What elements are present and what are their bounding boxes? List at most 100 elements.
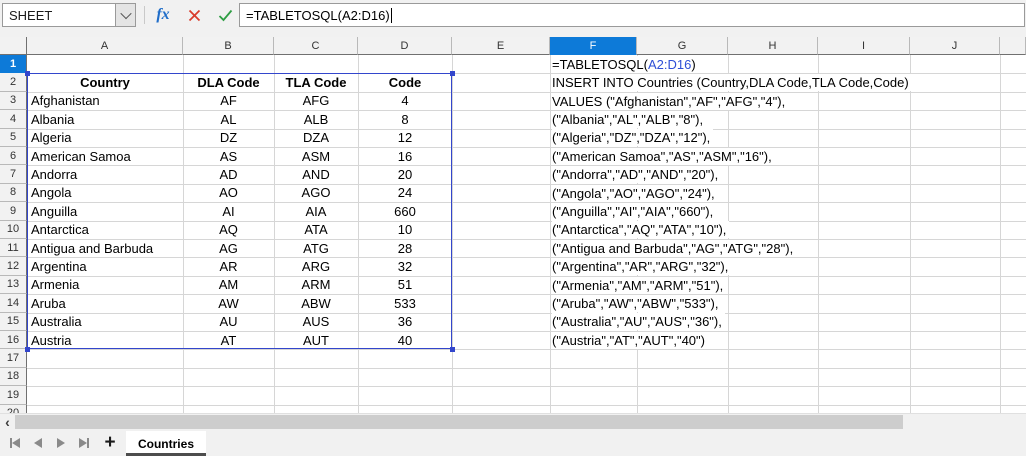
data-cell[interactable]: AT <box>183 331 274 349</box>
column-header-J[interactable]: J <box>910 37 1000 55</box>
data-cell[interactable]: AF <box>183 92 274 110</box>
data-cell[interactable]: AND <box>274 165 358 183</box>
data-cell[interactable]: ATA <box>274 221 358 239</box>
sql-output-line[interactable]: INSERT INTO Countries (Country,DLA Code,… <box>552 74 912 92</box>
data-cell[interactable]: AL <box>183 110 274 128</box>
data-cell[interactable]: Albania <box>27 110 183 128</box>
data-cell[interactable]: Andorra <box>27 165 183 183</box>
row-header-17[interactable]: 17 <box>0 349 27 368</box>
sql-output-line[interactable]: ("Algeria","DZ","DZA","12"), <box>552 129 714 147</box>
add-sheet-button[interactable]: + <box>99 432 121 454</box>
name-box-dropdown-button[interactable] <box>115 4 135 26</box>
data-cell[interactable]: 533 <box>358 294 452 312</box>
data-cell[interactable]: AIA <box>274 202 358 220</box>
previous-sheet-button[interactable] <box>29 434 47 452</box>
column-header-F[interactable]: F <box>550 37 637 55</box>
sql-output-line[interactable]: ("Anguilla","AI","AIA","660"), <box>552 202 717 220</box>
data-cell[interactable]: Australia <box>27 313 183 331</box>
sql-output-line[interactable]: ("Antarctica","AQ","ATA","10"), <box>552 221 730 239</box>
data-cell[interactable]: Angola <box>27 184 183 202</box>
sql-output-line[interactable]: ("Austria","AT","AUT","40") <box>552 331 708 349</box>
sql-output-line[interactable]: VALUES ("Afghanistan","AF","AFG","4"), <box>552 92 789 110</box>
data-cell[interactable]: ALB <box>274 110 358 128</box>
spreadsheet-grid[interactable]: ABCDEFGHIJ123456789101112131415161718192… <box>0 37 1026 413</box>
data-cell[interactable]: AFG <box>274 92 358 110</box>
data-cell[interactable]: 12 <box>358 129 452 147</box>
accept-button[interactable] <box>212 2 238 28</box>
data-cell[interactable]: AQ <box>183 221 274 239</box>
data-cell[interactable]: 40 <box>358 331 452 349</box>
data-cell[interactable]: AUS <box>274 313 358 331</box>
select-all-corner[interactable] <box>0 37 27 55</box>
sql-output-line[interactable]: ("Australia","AU","AUS","36"), <box>552 313 725 331</box>
data-cell[interactable]: Antarctica <box>27 221 183 239</box>
data-cell[interactable]: ASM <box>274 147 358 165</box>
scroll-left-button[interactable]: ‹ <box>0 414 15 430</box>
sql-output-line[interactable]: ("Albania","AL","ALB","8"), <box>552 110 707 128</box>
data-cell[interactable]: AGO <box>274 184 358 202</box>
column-header-C[interactable]: C <box>274 37 358 55</box>
sql-output-line[interactable]: ("American Samoa","AS","ASM","16"), <box>552 147 775 165</box>
data-cell[interactable]: AR <box>183 257 274 275</box>
data-cell[interactable]: 32 <box>358 257 452 275</box>
header-cell[interactable]: Code <box>358 73 452 91</box>
data-cell[interactable]: ABW <box>274 294 358 312</box>
header-cell[interactable]: Country <box>27 73 183 91</box>
data-cell[interactable]: Antigua and Barbuda <box>27 239 183 257</box>
column-header-A[interactable]: A <box>27 37 183 55</box>
sql-output-line[interactable]: ("Andorra","AD","AND","20"), <box>552 166 722 184</box>
header-cell[interactable]: TLA Code <box>274 73 358 91</box>
data-cell[interactable]: AS <box>183 147 274 165</box>
row-header-20[interactable]: 20 <box>0 404 27 413</box>
data-cell[interactable]: 4 <box>358 92 452 110</box>
column-header-B[interactable]: B <box>183 37 274 55</box>
scrollbar-thumb[interactable] <box>15 415 903 429</box>
next-sheet-button[interactable] <box>52 434 70 452</box>
data-cell[interactable]: AUT <box>274 331 358 349</box>
sql-output-line[interactable]: ("Angola","AO","AGO","24"), <box>552 184 718 202</box>
data-cell[interactable]: AI <box>183 202 274 220</box>
data-cell[interactable]: 10 <box>358 221 452 239</box>
data-cell[interactable]: Algeria <box>27 129 183 147</box>
formula-input[interactable]: =TABLETOSQL(A2:D16) <box>239 3 1025 27</box>
data-cell[interactable]: AU <box>183 313 274 331</box>
data-cell[interactable]: Armenia <box>27 276 183 294</box>
data-cell[interactable]: DZA <box>274 129 358 147</box>
data-cell[interactable]: Anguilla <box>27 202 183 220</box>
data-cell[interactable]: AM <box>183 276 274 294</box>
data-cell[interactable]: 24 <box>358 184 452 202</box>
first-sheet-button[interactable] <box>6 434 24 452</box>
row-header-1[interactable]: 1 <box>0 55 27 74</box>
data-cell[interactable]: Afghanistan <box>27 92 183 110</box>
column-header-H[interactable]: H <box>728 37 818 55</box>
data-cell[interactable]: AG <box>183 239 274 257</box>
data-cell[interactable]: 20 <box>358 165 452 183</box>
data-cell[interactable]: 16 <box>358 147 452 165</box>
data-cell[interactable]: ARM <box>274 276 358 294</box>
sheet-tab-countries[interactable]: Countries <box>126 431 206 456</box>
data-cell[interactable]: American Samoa <box>27 147 183 165</box>
data-cell[interactable]: 28 <box>358 239 452 257</box>
data-cell[interactable]: 36 <box>358 313 452 331</box>
cell-f1-formula[interactable]: =TABLETOSQL(A2:D16) <box>552 55 699 73</box>
column-header-partial[interactable] <box>1000 37 1026 55</box>
sql-output-line[interactable]: ("Argentina","AR","ARG","32"), <box>552 258 732 276</box>
data-cell[interactable]: Austria <box>27 331 183 349</box>
header-cell[interactable]: DLA Code <box>183 73 274 91</box>
data-cell[interactable]: DZ <box>183 129 274 147</box>
cancel-button[interactable] <box>181 2 207 28</box>
data-cell[interactable]: ARG <box>274 257 358 275</box>
column-header-I[interactable]: I <box>818 37 910 55</box>
data-cell[interactable]: 51 <box>358 276 452 294</box>
sql-output-line[interactable]: ("Armenia","AM","ARM","51"), <box>552 276 727 294</box>
name-box[interactable]: SHEET <box>2 3 136 27</box>
data-cell[interactable]: Argentina <box>27 257 183 275</box>
data-cell[interactable]: 8 <box>358 110 452 128</box>
function-wizard-button[interactable]: fx <box>150 2 176 28</box>
data-cell[interactable]: ATG <box>274 239 358 257</box>
horizontal-scrollbar[interactable]: ‹ <box>0 413 1026 430</box>
data-cell[interactable]: AD <box>183 165 274 183</box>
column-header-G[interactable]: G <box>637 37 728 55</box>
data-cell[interactable]: AO <box>183 184 274 202</box>
sql-output-line[interactable]: ("Antigua and Barbuda","AG","ATG","28"), <box>552 239 797 257</box>
